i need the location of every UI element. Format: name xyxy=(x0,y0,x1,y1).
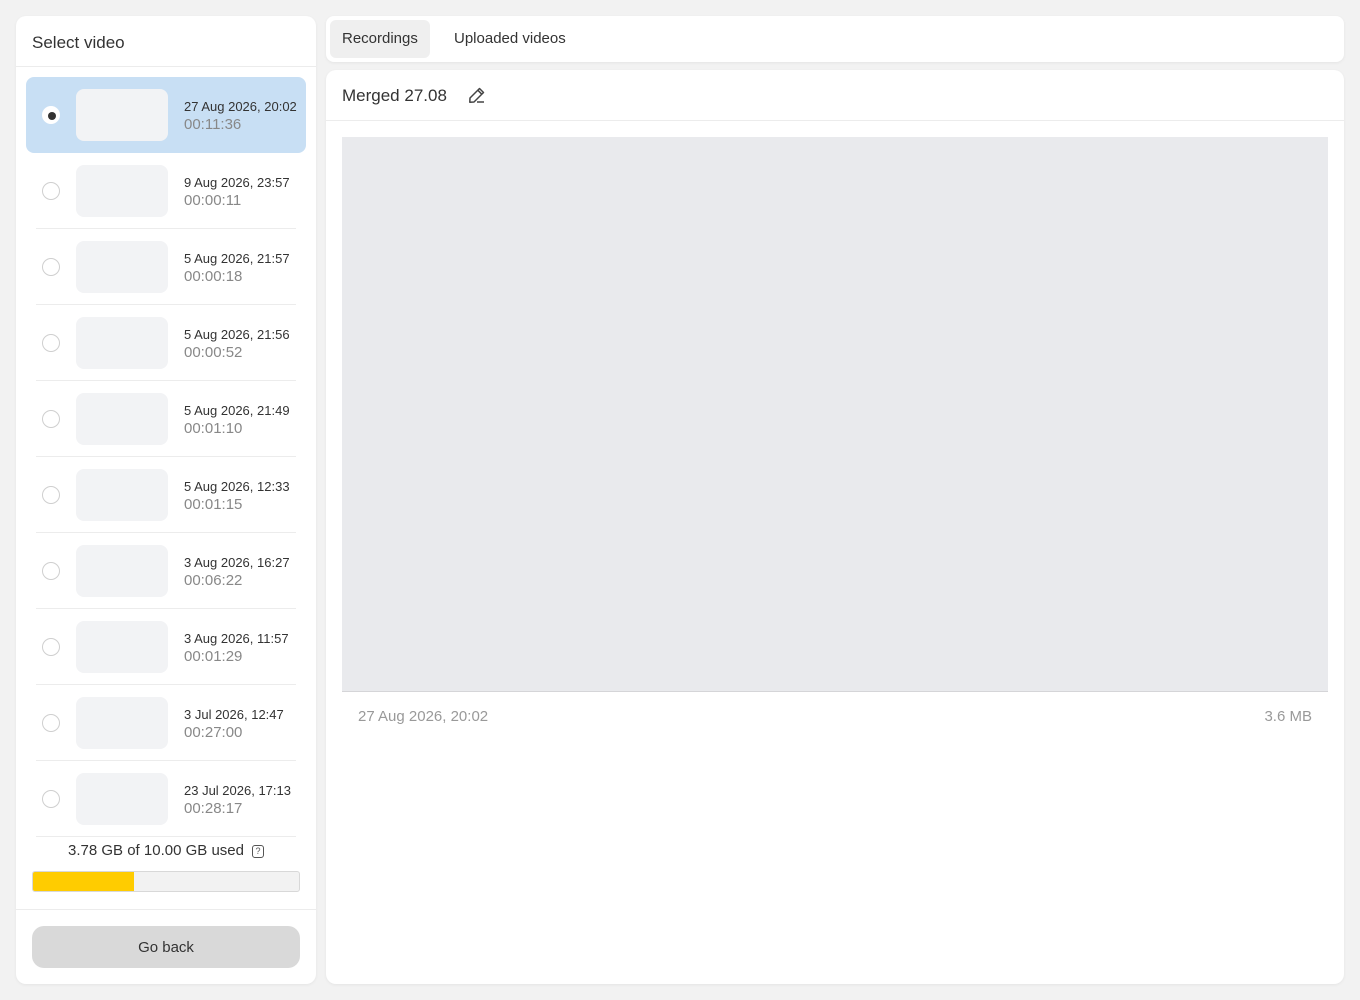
storage-usage-text: 3.78 GB of 10.00 GB used xyxy=(68,842,244,859)
go-back-button[interactable]: Go back xyxy=(32,926,300,968)
video-title: Merged 27.08 xyxy=(342,86,447,105)
video-duration: 00:06:22 xyxy=(184,572,243,589)
video-thumbnail xyxy=(76,621,168,673)
video-preview[interactable] xyxy=(342,137,1328,692)
video-date: 9 Aug 2026, 23:57 xyxy=(184,175,290,190)
video-list-item[interactable]: 3 Jul 2026, 12:47 00:27:00 xyxy=(26,685,306,761)
video-duration: 00:01:15 xyxy=(184,496,243,513)
sidebar-title: Select video xyxy=(16,16,316,67)
video-list: 27 Aug 2026, 20:02 00:11:36 9 Aug 2026, 23… xyxy=(26,77,306,837)
video-thumbnail xyxy=(76,89,168,141)
video-radio[interactable] xyxy=(42,562,60,580)
storage-progress-bar xyxy=(32,871,300,892)
video-duration: 00:11:36 xyxy=(184,116,242,133)
video-duration: 00:00:11 xyxy=(184,192,242,209)
video-thumbnail xyxy=(76,469,168,521)
help-icon[interactable]: ? xyxy=(251,845,264,858)
video-date: 3 Aug 2026, 16:27 xyxy=(184,555,290,570)
video-list-item[interactable]: 3 Aug 2026, 11:57 00:01:29 xyxy=(26,609,306,685)
video-date: 5 Aug 2026, 21:49 xyxy=(184,403,290,418)
video-thumbnail xyxy=(76,241,168,293)
video-duration: 00:00:52 xyxy=(184,344,243,361)
video-radio[interactable] xyxy=(42,182,60,200)
video-detail-panel: Merged 27.08 27 Aug 2026, 20:02 3.6 MB xyxy=(326,70,1344,984)
video-radio[interactable] xyxy=(42,106,60,124)
video-list-item[interactable]: 5 Aug 2026, 21:49 00:01:10 xyxy=(26,381,306,457)
storage-usage: 3.78 GB of 10.00 GB used? xyxy=(16,842,316,859)
video-duration: 00:28:17 xyxy=(184,800,243,817)
video-thumbnail xyxy=(76,545,168,597)
preview-date: 27 Aug 2026, 20:02 xyxy=(358,708,489,725)
video-thumbnail xyxy=(76,393,168,445)
video-thumbnail xyxy=(76,165,168,217)
pencil-icon[interactable] xyxy=(467,85,487,105)
video-detail-header: Merged 27.08 xyxy=(326,70,1344,121)
video-list-item[interactable]: 5 Aug 2026, 21:56 00:00:52 xyxy=(26,305,306,381)
video-list-item[interactable]: 27 Aug 2026, 20:02 00:11:36 xyxy=(26,77,306,153)
video-date: 23 Jul 2026, 17:13 xyxy=(184,783,291,798)
video-thumbnail xyxy=(76,317,168,369)
video-radio[interactable] xyxy=(42,714,60,732)
video-list-item[interactable]: 9 Aug 2026, 23:57 00:00:11 xyxy=(26,153,306,229)
video-list-item[interactable]: 23 Jul 2026, 17:13 00:28:17 xyxy=(26,761,306,837)
video-radio[interactable] xyxy=(42,486,60,504)
video-date: 5 Aug 2026, 21:57 xyxy=(184,251,290,266)
video-select-sidebar: Select video 27 Aug 2026, 20:02 00:11:36 9… xyxy=(16,16,316,984)
video-list-item[interactable]: 5 Aug 2026, 12:33 00:01:15 xyxy=(26,457,306,533)
video-duration: 00:01:29 xyxy=(184,648,243,665)
footer-divider xyxy=(16,909,316,910)
video-duration: 00:01:10 xyxy=(184,420,243,437)
video-date: 5 Aug 2026, 21:56 xyxy=(184,327,290,342)
video-duration: 00:00:18 xyxy=(184,268,243,285)
video-list-item[interactable]: 3 Aug 2026, 16:27 00:06:22 xyxy=(26,533,306,609)
video-radio[interactable] xyxy=(42,790,60,808)
tabs-bar: Recordings Uploaded videos xyxy=(326,16,1344,62)
video-radio[interactable] xyxy=(42,334,60,352)
video-thumbnail xyxy=(76,697,168,749)
tab-uploaded-videos[interactable]: Uploaded videos xyxy=(442,20,578,58)
preview-file-size: 3.6 MB xyxy=(1264,708,1312,725)
video-duration: 00:27:00 xyxy=(184,724,243,741)
video-list-item[interactable]: 5 Aug 2026, 21:57 00:00:18 xyxy=(26,229,306,305)
video-date: 5 Aug 2026, 12:33 xyxy=(184,479,290,494)
item-divider xyxy=(36,836,296,837)
video-radio[interactable] xyxy=(42,410,60,428)
video-date: 3 Jul 2026, 12:47 xyxy=(184,707,284,722)
storage-progress-fill xyxy=(33,872,134,891)
video-date: 3 Aug 2026, 11:57 xyxy=(184,631,289,646)
video-thumbnail xyxy=(76,773,168,825)
tab-recordings[interactable]: Recordings xyxy=(330,20,430,58)
video-date: 27 Aug 2026, 20:02 xyxy=(184,99,297,114)
video-radio[interactable] xyxy=(42,638,60,656)
video-radio[interactable] xyxy=(42,258,60,276)
